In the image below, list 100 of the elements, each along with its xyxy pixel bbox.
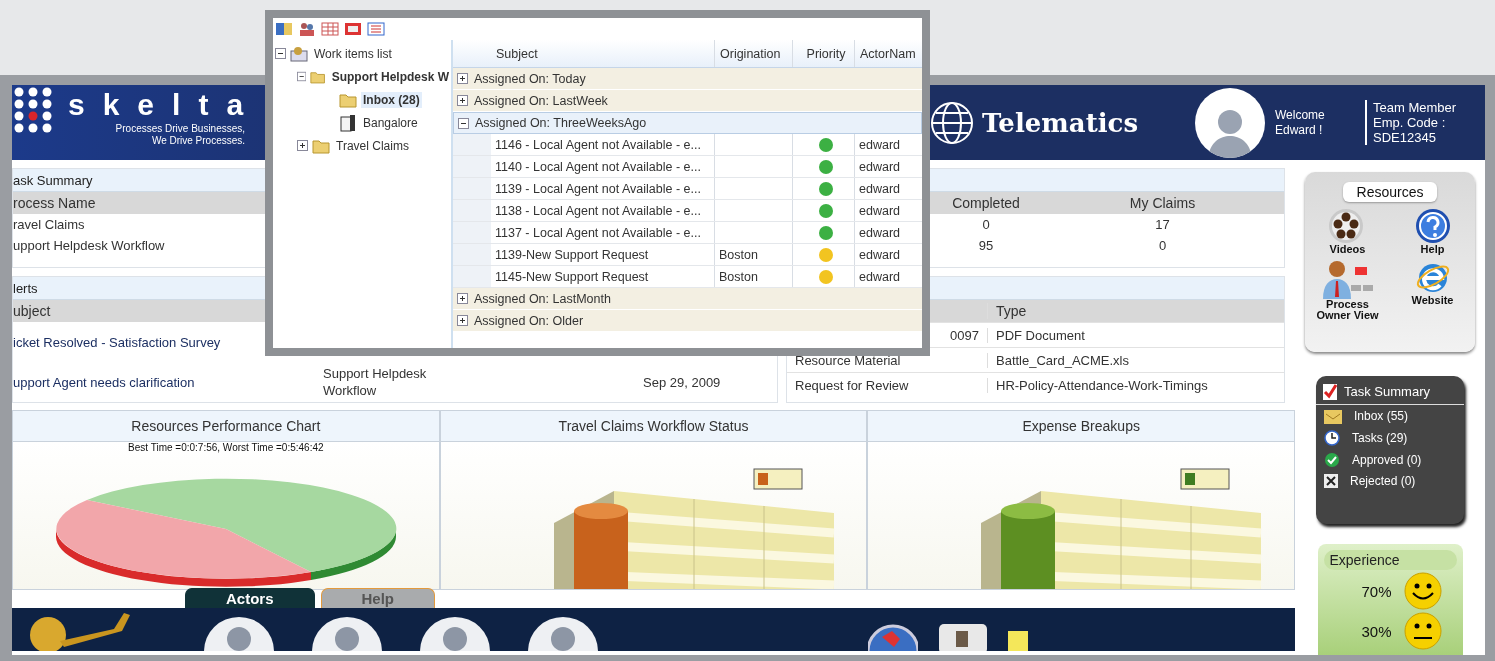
table-cell: upport Helpdesk Workflow [13,238,165,253]
inbox-tray-icon [290,45,308,62]
grid-icon[interactable] [321,22,339,36]
clipboard-check-icon [1322,382,1338,400]
chart-title: Resources Performance Chart [131,418,321,434]
table-cell: 17 [1155,217,1170,232]
column-header[interactable]: ActorNam [855,40,922,67]
envelope-folder-icon [1324,408,1342,424]
chart-title: Expense Breakups [1022,418,1140,434]
table-cell: 0097 [950,327,979,343]
chart-legend [753,468,802,490]
logo-tagline: Processes Drive Businesses, [115,123,246,135]
smiley-icon [1403,572,1442,610]
table-cell: edward [859,137,900,152]
actor-avatar[interactable] [312,617,382,651]
expander-icon[interactable] [457,293,468,304]
resource-label[interactable]: Website [1392,295,1473,306]
binder-icon [339,113,357,132]
tree-item[interactable]: Bangalore [361,114,420,131]
table-cell: 1146 - Local Agent not Available - e... [495,137,701,152]
expander-icon[interactable] [458,117,469,129]
table-cell: 1137 - Local Agent not Available - e... [495,225,701,240]
help-icon[interactable] [1414,208,1451,244]
group-header[interactable]: Assigned On: LastMonth [474,291,611,306]
row-selector-cell[interactable] [453,200,491,221]
column-header[interactable]: Origination [715,40,793,67]
task-summary-link[interactable]: Rejected (0) [1350,474,1416,488]
table-cell-text: Support Helpdesk Workflow [323,365,428,399]
checklist-icon[interactable] [367,22,385,36]
actor-avatar[interactable] [204,617,274,651]
row-selector-cell[interactable] [453,244,491,265]
book-icon[interactable] [275,22,293,36]
expander-icon[interactable] [457,315,468,326]
experience-percent: 70% [1361,582,1392,600]
device-icon[interactable] [938,623,988,651]
table-cell: 1140 - Local Agent not Available - e... [495,159,701,174]
table-cell: 1139-New Support Request [495,247,649,262]
experience-percent: 30% [1361,622,1392,640]
check-icon [1324,452,1340,468]
task-summary-link[interactable]: Approved (0) [1352,453,1422,467]
table-cell: 0 [1158,238,1167,253]
employee-info: Emp. Code : [1373,115,1447,130]
column-header: Completed [952,195,1020,211]
group-header[interactable]: Assigned On: Older [474,313,584,328]
column-header[interactable]: Subject [491,40,715,67]
tree-item[interactable]: Travel Claims [334,137,411,154]
table-cell: 1138 - Local Agent not Available - e... [495,203,701,218]
logo-wordmark: skelta [68,87,262,123]
tab[interactable]: Actors [185,588,315,608]
table-cell: 95 [978,238,994,253]
column-header: ubject [13,303,51,319]
table-cell: edward [859,269,900,284]
tree-item[interactable]: Inbox (28) [361,91,422,108]
company-name: Telematics [982,107,1139,138]
dot-grid-logo-icon [14,87,54,133]
logo-tagline: We Drive Processes. [151,135,246,147]
table-cell: Resource Material [795,352,901,368]
expander-icon[interactable] [457,95,468,106]
expander-icon[interactable] [297,71,307,82]
column-header[interactable]: Priority [793,40,855,67]
table-cell: Battle_Card_ACME.xls [996,352,1129,368]
alert-subject-link[interactable]: upport Agent needs clarification [13,374,195,390]
panel-title: lerts [13,280,38,296]
alert-subject-link[interactable]: icket Resolved - Satisfaction Survey [13,334,221,350]
people-icon[interactable] [298,22,316,36]
resource-label[interactable]: Help [1392,244,1473,255]
clock-icon [1324,430,1340,446]
column-header: My Claims [1129,195,1196,211]
row-selector-cell[interactable] [453,134,491,155]
actor-avatar[interactable] [420,617,490,651]
resource-label[interactable]: Videos [1307,244,1388,255]
resource-label[interactable]: Process Owner View [1307,299,1388,321]
actor-avatar[interactable] [528,617,598,651]
tree-item[interactable]: Support Helpdesk W [329,68,451,85]
table-cell: 0 [982,217,990,232]
column-header: rocess Name [13,195,96,211]
table-cell: Sep 29, 2009 [643,374,721,390]
row-selector-cell[interactable] [453,178,491,199]
chart-legend [1180,468,1230,490]
panel-title: ask Summary [13,172,93,188]
chart-title: Travel Claims Workflow Status [558,418,749,434]
expander-icon[interactable] [275,48,286,59]
table-cell: edward [859,181,900,196]
expander-icon[interactable] [457,73,468,84]
experience-title: Experience [1323,550,1457,570]
row-selector-cell[interactable] [453,266,491,287]
folder-icon [339,91,357,108]
table-cell: ravel Claims [13,217,85,232]
group-header[interactable]: Assigned On: LastWeek [474,93,608,108]
person-chart-icon[interactable] [1320,259,1375,299]
folder-icon [312,137,330,154]
task-summary-link[interactable]: Inbox (55) [1354,409,1409,423]
row-selector-cell[interactable] [453,156,491,177]
row-selector-cell[interactable] [453,222,491,243]
group-header[interactable]: Assigned On: Today [474,71,586,86]
table-cell: HR-Policy-Attendance-Work-Timings [996,377,1208,393]
card-icon[interactable] [344,22,362,36]
task-summary-link[interactable]: Tasks (29) [1352,431,1408,445]
expander-icon[interactable] [297,140,308,151]
tree-item[interactable]: Work items list [312,45,394,62]
